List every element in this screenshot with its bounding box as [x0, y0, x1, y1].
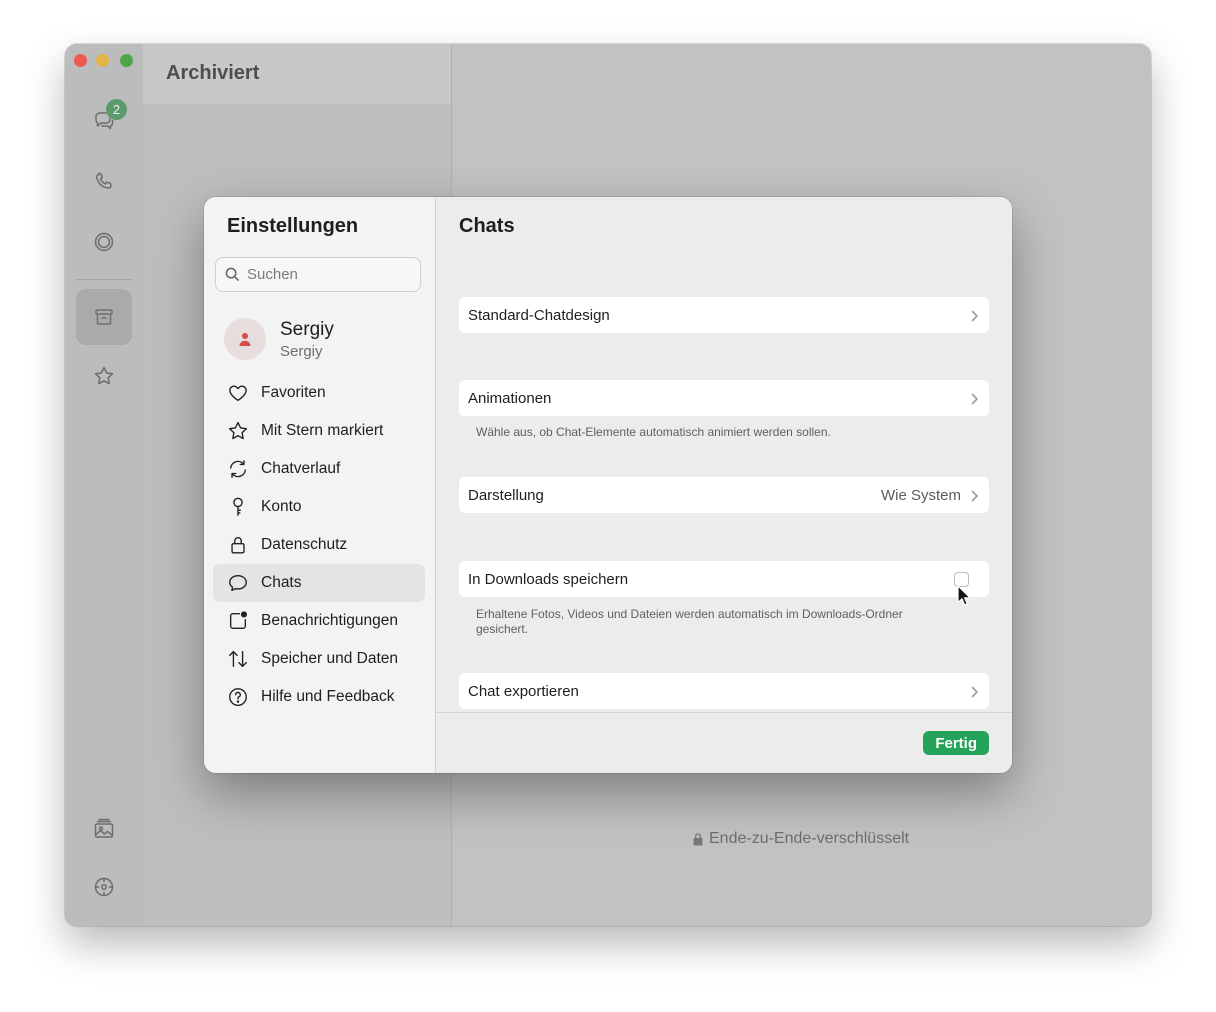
help-icon [229, 688, 247, 706]
nav-item-favoriten[interactable]: Favoriten [213, 374, 425, 412]
sync-icon [229, 460, 247, 478]
phone-icon [95, 172, 112, 189]
avatar [224, 318, 266, 360]
nav-label: Chats [261, 574, 302, 591]
star-icon [94, 366, 114, 385]
settings-title: Einstellungen [227, 215, 359, 237]
left-rail [65, 44, 143, 926]
encryption-notice: Ende-zu-Ende-verschlüsselt [692, 830, 909, 848]
nav-label: Datenschutz [261, 536, 348, 553]
lock-icon [693, 833, 703, 846]
done-button[interactable]: Fertig [923, 731, 989, 755]
mouse-cursor-icon [957, 585, 971, 606]
nav-label: Mit Stern markiert [261, 422, 384, 439]
profile-name: Sergiy [280, 319, 334, 340]
chat-bubble-icon [229, 574, 247, 592]
star-icon [228, 421, 248, 440]
nav-label: Konto [261, 498, 302, 515]
export-chat-row[interactable]: Chat exportieren [459, 673, 989, 709]
unread-badge: 2 [106, 99, 127, 120]
gear-icon [94, 877, 114, 897]
search-input[interactable] [247, 266, 407, 283]
zoom-window-button[interactable] [120, 54, 133, 67]
row-label: Animationen [468, 389, 552, 407]
panel-title: Chats [459, 215, 515, 237]
nav-item-storage[interactable]: Speicher und Daten [213, 640, 425, 678]
chevron-right-icon [971, 310, 978, 322]
transfer-arrows-icon [229, 650, 247, 668]
nav-item-account[interactable]: Konto [213, 488, 425, 526]
nav-label: Favoriten [261, 384, 326, 401]
settings-sidebar: Einstellungen Sergiy Sergiy Favoriten Mi… [204, 197, 436, 773]
dialog-footer: Fertig [436, 712, 1012, 773]
nav-label: Benachrichtigungen [261, 612, 399, 629]
profile-entry[interactable]: Sergiy Sergiy [224, 317, 414, 363]
nav-item-chat-history[interactable]: Chatverlauf [213, 450, 425, 488]
status-icon [94, 232, 114, 252]
nav-item-notifications[interactable]: Benachrichtigungen [213, 602, 425, 640]
notification-icon [229, 611, 248, 630]
settings-rail-button[interactable] [87, 870, 121, 904]
starred-rail-button[interactable] [87, 359, 121, 393]
nav-label: Speicher und Daten [261, 650, 399, 667]
nav-item-starred[interactable]: Mit Stern markiert [213, 412, 425, 450]
chevron-right-icon [971, 686, 978, 698]
nav-label: Chatverlauf [261, 460, 341, 477]
minimize-window-button[interactable] [96, 54, 109, 67]
appearance-value: Wie System [880, 486, 961, 504]
rail-divider [76, 279, 132, 280]
calls-rail-button[interactable] [87, 165, 121, 199]
chats-settings-panel: Chats Standard-Chatdesign Animationen Wä… [436, 197, 1012, 773]
nav-label: Hilfe und Feedback [261, 688, 395, 705]
profile-subtitle: Sergiy [280, 343, 323, 360]
person-icon [239, 333, 251, 346]
archive-rail-button[interactable] [87, 300, 121, 334]
nav-item-help[interactable]: Hilfe und Feedback [213, 678, 425, 716]
media-rail-button[interactable] [87, 812, 121, 846]
encryption-notice-text: Ende-zu-Ende-verschlüsselt [709, 830, 910, 847]
settings-nav: Favoriten Mit Stern markiert Chatverlauf… [213, 374, 425, 716]
key-icon [233, 497, 243, 516]
heart-icon [229, 385, 247, 402]
settings-scroll-area[interactable]: Standard-Chatdesign Animationen Wähle au… [436, 257, 1012, 712]
row-label: Darstellung [468, 486, 544, 504]
search-icon [225, 267, 240, 282]
lock-icon [231, 537, 245, 554]
animations-row[interactable]: Animationen [459, 380, 989, 416]
row-label: Chat exportieren [468, 682, 579, 700]
status-rail-button[interactable] [87, 225, 121, 259]
save-to-downloads-row[interactable]: In Downloads speichern [459, 561, 989, 597]
appearance-row[interactable]: Darstellung Wie System [459, 477, 989, 513]
archive-icon [95, 309, 113, 325]
row-label: Standard-Chatdesign [468, 306, 610, 324]
chevron-right-icon [971, 490, 978, 502]
chevron-right-icon [971, 393, 978, 405]
list-header: Archiviert [143, 44, 451, 104]
settings-dialog: Einstellungen Sergiy Sergiy Favoriten Mi… [204, 197, 1012, 773]
close-window-button[interactable] [74, 54, 87, 67]
search-box[interactable] [215, 257, 421, 292]
row-label: In Downloads speichern [468, 570, 629, 588]
media-icon [94, 818, 114, 838]
archived-title: Archiviert [166, 62, 260, 84]
animations-hint: Wähle aus, ob Chat-Elemente automatisch … [476, 425, 831, 439]
save-to-downloads-hint: Erhaltene Fotos, Videos und Dateien werd… [476, 607, 903, 636]
nav-item-privacy[interactable]: Datenschutz [213, 526, 425, 564]
chat-design-row[interactable]: Standard-Chatdesign [459, 297, 989, 333]
nav-item-chats[interactable]: Chats [213, 564, 425, 602]
